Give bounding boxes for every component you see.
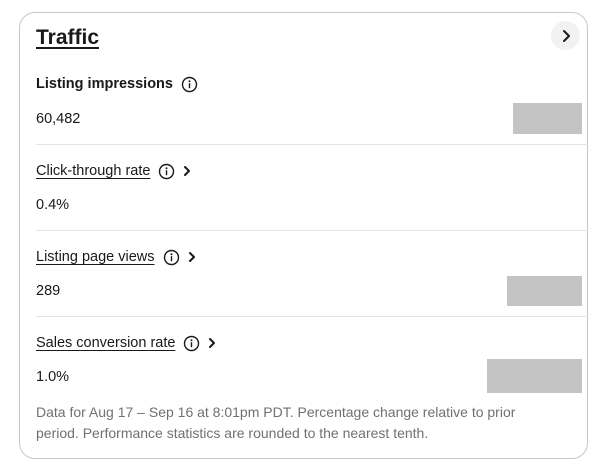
metric-sales-conversion-rate: Sales conversion rate 1.0% <box>36 333 588 393</box>
divider <box>36 230 588 231</box>
chevron-right-icon[interactable] <box>207 337 217 349</box>
metric-label-link[interactable]: Sales conversion rate <box>36 335 175 351</box>
info-icon[interactable] <box>181 76 198 93</box>
sparkline-placeholder <box>487 359 582 393</box>
metric-value: 60,482 <box>36 111 81 127</box>
metric-label-link[interactable]: Listing page views <box>36 249 155 265</box>
divider <box>36 316 588 317</box>
chevron-right-icon <box>562 29 570 42</box>
metric-listing-page-views: Listing page views 289 <box>36 247 588 306</box>
metric-value: 1.0% <box>36 369 70 385</box>
view-traffic-button[interactable] <box>551 21 580 50</box>
sparkline-placeholder <box>513 103 582 134</box>
divider <box>36 144 588 145</box>
info-icon[interactable] <box>158 163 175 180</box>
metric-label: Listing impressions <box>36 76 173 92</box>
traffic-card: Traffic Listing impressions 60,482 Click… <box>19 12 588 459</box>
chevron-right-icon[interactable] <box>182 165 192 177</box>
metric-listing-impressions: Listing impressions 60,482 <box>36 74 588 134</box>
sparkline-placeholder <box>507 276 582 306</box>
data-footnote: Data for Aug 17 – Sep 16 at 8:01pm PDT. … <box>36 404 516 441</box>
metric-value: 289 <box>36 283 61 299</box>
metric-click-through-rate: Click-through rate 0.4% <box>36 161 588 213</box>
card-title[interactable]: Traffic <box>36 26 99 50</box>
info-icon[interactable] <box>183 335 200 352</box>
chevron-right-icon[interactable] <box>187 251 197 263</box>
metric-label-link[interactable]: Click-through rate <box>36 163 150 179</box>
metric-value: 0.4% <box>36 197 70 213</box>
info-icon[interactable] <box>163 249 180 266</box>
